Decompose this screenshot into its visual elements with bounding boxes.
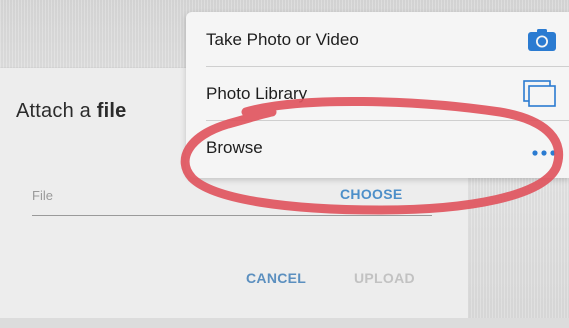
action-label: Browse xyxy=(206,138,263,157)
upload-button[interactable]: UPLOAD xyxy=(354,270,415,286)
photo-library-icon xyxy=(523,80,557,113)
action-photo-library[interactable]: Photo Library xyxy=(186,66,569,118)
screen: Attach a file File CHOOSE CANCEL UPLOAD … xyxy=(0,0,569,328)
action-label: Take Photo or Video xyxy=(206,30,359,49)
file-field-underline xyxy=(32,215,432,216)
file-field-label: File xyxy=(32,188,53,203)
action-sheet-popover: Take Photo or Video Photo Library Browse xyxy=(186,12,569,178)
action-browse[interactable]: Browse xyxy=(186,120,569,172)
choose-button[interactable]: CHOOSE xyxy=(340,186,402,202)
dialog-title-bold: file xyxy=(96,100,127,122)
action-take-photo-or-video[interactable]: Take Photo or Video xyxy=(186,12,569,64)
action-label: Photo Library xyxy=(206,84,308,103)
camera-icon xyxy=(527,28,557,57)
dialog-title: Attach a file xyxy=(16,100,126,123)
dialog-title-prefix: Attach a xyxy=(16,100,91,122)
cancel-button[interactable]: CANCEL xyxy=(246,270,306,286)
photo-bottom-edge xyxy=(0,318,569,328)
more-dots-icon xyxy=(531,144,557,162)
